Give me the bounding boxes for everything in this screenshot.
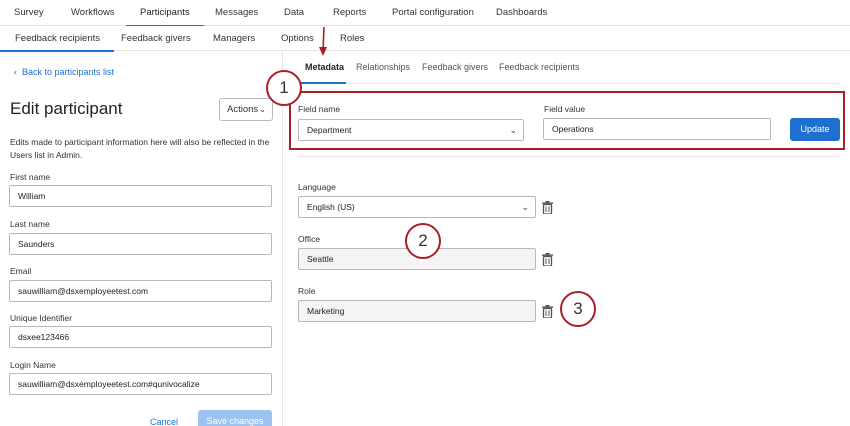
- office-label: Office: [298, 234, 321, 244]
- cancel-button[interactable]: Cancel: [150, 417, 178, 426]
- last-name-label: Last name: [10, 219, 50, 229]
- last-name-input[interactable]: Saunders: [9, 233, 272, 255]
- field-name-label: Field name: [298, 104, 341, 114]
- chevron-down-icon: ⌄: [521, 202, 529, 212]
- trash-icon[interactable]: [542, 253, 553, 266]
- chevron-left-icon: ‹: [14, 67, 17, 77]
- subtab-feedback-recipients[interactable]: Feedback recipients: [0, 26, 115, 52]
- arrow-down-icon: [319, 27, 327, 56]
- tab-feedback-givers[interactable]: Feedback givers: [422, 62, 488, 72]
- login-name-input[interactable]: sauwilliam@dsxemployeetest.com#qunivocal…: [9, 373, 272, 395]
- unique-identifier-input[interactable]: dsxee123466: [9, 326, 272, 348]
- field-value-label: Field value: [544, 104, 586, 114]
- field-name-value: Department: [307, 125, 352, 135]
- top-nav: Survey Workflows Participants Messages D…: [0, 0, 850, 27]
- tab-reports[interactable]: Reports: [333, 0, 366, 26]
- subtab-feedback-givers[interactable]: Feedback givers: [121, 26, 191, 51]
- update-button[interactable]: Update: [790, 118, 840, 141]
- language-select[interactable]: English (US) ⌄: [298, 196, 536, 218]
- back-link-label: Back to participants list: [22, 67, 115, 77]
- tab-data[interactable]: Data: [284, 0, 304, 26]
- sub-nav: Feedback recipients Feedback givers Mana…: [0, 26, 850, 52]
- field-value-input[interactable]: Operations: [543, 118, 771, 140]
- email-input[interactable]: sauwilliam@dsxemployeetest.com: [9, 280, 272, 302]
- active-tab-indicator: [298, 82, 346, 84]
- trash-icon[interactable]: [542, 305, 553, 318]
- trash-icon[interactable]: [542, 201, 553, 214]
- tab-participants[interactable]: Participants: [126, 0, 204, 27]
- actions-label: Actions: [227, 104, 259, 115]
- edit-description: Edits made to participant information he…: [10, 137, 270, 160]
- chevron-down-icon: ⌄: [509, 125, 517, 135]
- tabs-divider: [298, 83, 840, 84]
- subtab-managers[interactable]: Managers: [213, 26, 255, 51]
- page-title: Edit participant: [10, 99, 123, 118]
- unique-identifier-label: Unique Identifier: [10, 313, 72, 323]
- tab-dashboards[interactable]: Dashboards: [496, 0, 547, 26]
- tab-relationships[interactable]: Relationships: [356, 62, 410, 72]
- login-name-label: Login Name: [10, 360, 56, 370]
- first-name-label: First name: [10, 172, 51, 182]
- callout-1: 1: [266, 70, 302, 106]
- callout-2: 2: [405, 223, 441, 259]
- role-input[interactable]: Marketing: [298, 300, 536, 322]
- tab-metadata[interactable]: Metadata: [305, 62, 344, 72]
- back-to-participants-link[interactable]: ‹ Back to participants list: [14, 67, 114, 77]
- edit-participant-panel: ‹ Back to participants list Edit partici…: [0, 52, 283, 426]
- tab-feedback-recipients[interactable]: Feedback recipients: [499, 62, 580, 72]
- role-label: Role: [298, 286, 316, 296]
- save-changes-button[interactable]: Save changes: [198, 410, 272, 426]
- tab-portal-configuration[interactable]: Portal configuration: [392, 0, 474, 26]
- chevron-down-icon: ⌄: [259, 105, 266, 114]
- subtab-options[interactable]: Options: [281, 26, 314, 51]
- section-divider: [298, 156, 840, 157]
- actions-dropdown[interactable]: Actions ⌄: [219, 98, 273, 121]
- tab-survey[interactable]: Survey: [14, 0, 44, 26]
- first-name-input[interactable]: William: [9, 185, 272, 207]
- language-label: Language: [298, 182, 336, 192]
- language-value: English (US): [307, 202, 355, 212]
- tab-messages[interactable]: Messages: [215, 0, 258, 26]
- email-label: Email: [10, 266, 32, 276]
- tab-workflows[interactable]: Workflows: [71, 0, 115, 26]
- field-name-select[interactable]: Department ⌄: [298, 119, 524, 141]
- callout-3: 3: [560, 291, 596, 327]
- subtab-roles[interactable]: Roles: [340, 26, 364, 51]
